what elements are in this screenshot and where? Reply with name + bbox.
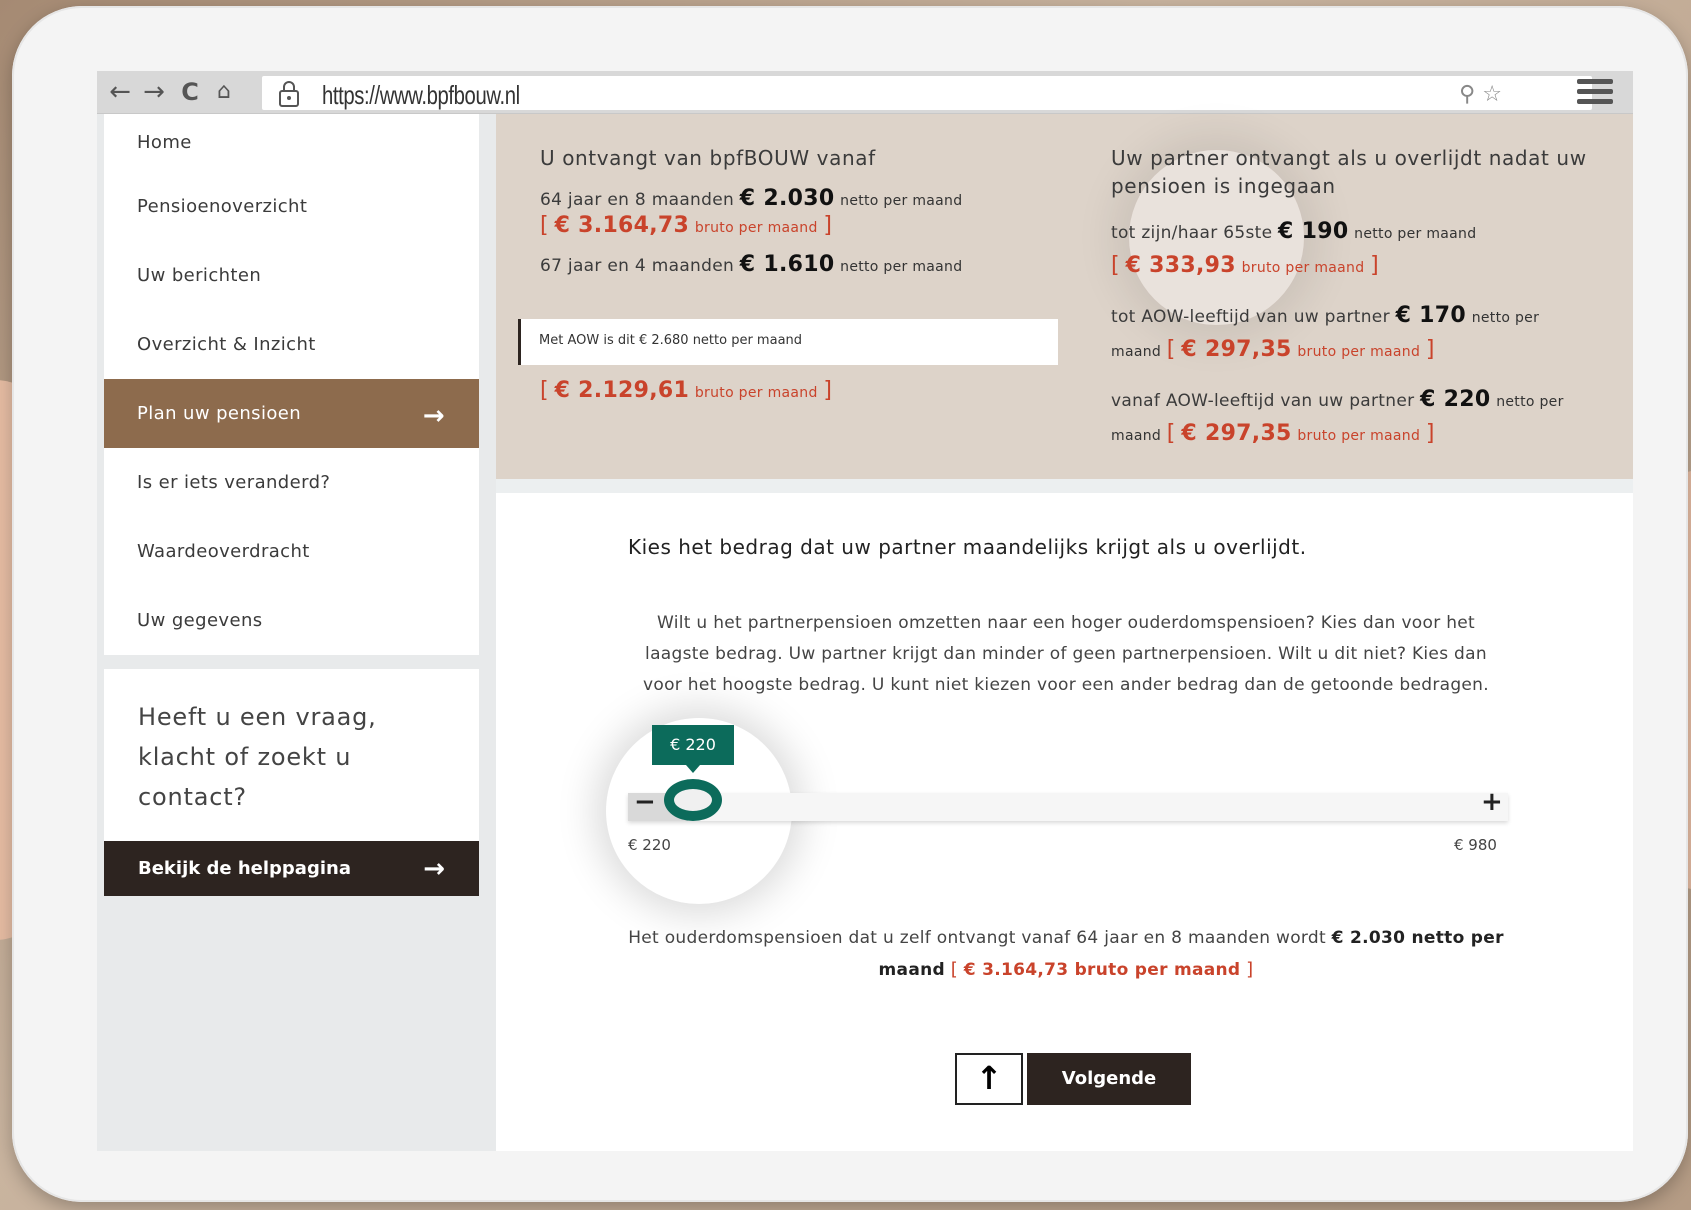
sidebar-nav: Home Pensioenoverzicht Uw berichten Over…	[104, 114, 479, 655]
help-question: Heeft u een vraag, klacht of zoekt u con…	[104, 669, 479, 841]
row-67-bruto: [ € 2.129,61 bruto per maand ]	[540, 378, 833, 403]
tablet-frame: ← → C ⌂ https://www.bpfbouw.nl ⚲ ☆ Home …	[12, 6, 1688, 1202]
period-label: vanaf AOW-leeftijd van uw partner	[1111, 391, 1415, 411]
result-text: Het ouderdomspensioen dat u zelf ontvang…	[628, 928, 1504, 980]
partner-pension-title: Uw partner ontvangt als u overlijdt nada…	[1111, 146, 1587, 198]
bruto-amount: € 333,93	[1125, 253, 1236, 278]
slider-min-label: € 220	[628, 836, 671, 854]
pension-summary: U ontvangt van bpfBOUW vanaf 64 jaar en …	[496, 114, 1633, 479]
sidebar-item-label: Plan uw pensioen	[137, 403, 302, 424]
sidebar-item-label: Uw gegevens	[137, 610, 263, 631]
screen: ← → C ⌂ https://www.bpfbouw.nl ⚲ ☆ Home …	[97, 71, 1633, 1151]
netto-amount: € 220	[1420, 387, 1491, 412]
slider-increase-button[interactable]: +	[1481, 787, 1503, 817]
netto-suffix: netto per	[1496, 394, 1564, 410]
sidebar-item-label: Waardeoverdracht	[137, 541, 310, 562]
netto-amount: € 1.610	[739, 252, 835, 277]
zoom-star-icon[interactable]: ⚲ ☆	[1459, 82, 1502, 107]
netto-suffix: maand	[1111, 428, 1162, 444]
main-content: U ontvangt van bpfBOUW vanaf 64 jaar en …	[496, 114, 1633, 1151]
bruto-amount: € 3.164,73	[554, 213, 690, 238]
bruto-suffix: bruto per maand	[1297, 428, 1421, 444]
scroll-up-button[interactable]: ↑	[955, 1053, 1023, 1105]
result-bruto: € 3.164,73 bruto per maand	[963, 960, 1241, 980]
own-pension-title: U ontvangt van bpfBOUW vanaf	[540, 146, 876, 170]
row-64: 64 jaar en 8 maanden € 2.030 netto per m…	[540, 186, 1060, 211]
netto-amount: € 2.030	[739, 186, 835, 211]
netto-suffix: netto per maand	[1354, 226, 1477, 242]
back-icon[interactable]: ←	[105, 77, 135, 107]
netto-suffix: maand	[1111, 344, 1162, 360]
sidebar-item-label: Pensioenoverzicht	[137, 196, 308, 217]
aow-info: Met AOW is dit € 2.680 netto per maand	[518, 319, 1058, 365]
partner-row-aow-tot: tot AOW-leeftijd van uw partner € 170 ne…	[1111, 303, 1540, 362]
bruto-amount: € 297,35	[1181, 421, 1292, 446]
forward-icon[interactable]: →	[139, 77, 169, 107]
reload-icon[interactable]: C	[175, 77, 205, 107]
bruto-suffix: bruto per maand	[694, 385, 818, 401]
netto-amount: € 170	[1395, 303, 1466, 328]
partner-row-aow-vanaf: vanaf AOW-leeftijd van uw partner € 220 …	[1111, 387, 1564, 446]
sidebar-item-gegevens[interactable]: Uw gegevens	[104, 586, 479, 655]
sidebar-item-label: Uw berichten	[137, 265, 262, 286]
netto-suffix: netto per maand	[840, 193, 963, 209]
row-64-bruto: [ € 3.164,73 bruto per maand ]	[540, 213, 833, 238]
arrow-right-icon: →	[422, 401, 445, 431]
partner-choice-section: Kies het bedrag dat uw partner maandelij…	[496, 479, 1633, 1151]
help-page-button[interactable]: Bekijk de helppagina →	[104, 841, 479, 896]
netto-amount: € 190	[1278, 219, 1349, 244]
amount-slider[interactable]	[628, 793, 1508, 821]
age-label: 64 jaar en 8 maanden	[540, 190, 735, 210]
sidebar: Home Pensioenoverzicht Uw berichten Over…	[104, 114, 479, 896]
result-prefix: Het ouderdomspensioen dat u zelf ontvang…	[628, 928, 1326, 948]
sidebar-item-label: Home	[137, 132, 192, 153]
bruto-suffix: bruto per maand	[1241, 260, 1365, 276]
section-description: Wilt u het partnerpensioen omzetten naar…	[643, 613, 1489, 695]
home-icon[interactable]: ⌂	[209, 77, 239, 107]
bruto-suffix: bruto per maand	[1297, 344, 1421, 360]
sidebar-item-berichten[interactable]: Uw berichten	[104, 241, 479, 310]
sidebar-item-overzicht[interactable]: Overzicht & Inzicht	[104, 310, 479, 379]
slider-value-tooltip: € 220	[652, 725, 734, 773]
period-label: tot AOW-leeftijd van uw partner	[1111, 307, 1390, 327]
sidebar-item-home[interactable]: Home	[104, 114, 479, 172]
lock-icon	[279, 81, 299, 107]
slider-max-label: € 980	[1454, 836, 1497, 854]
netto-suffix: netto per maand	[840, 259, 963, 275]
period-label: tot zijn/haar 65ste	[1111, 223, 1273, 243]
sidebar-item-veranderd[interactable]: Is er iets veranderd?	[104, 448, 479, 517]
url-text: https://www.bpfbouw.nl	[322, 80, 520, 110]
section-title: Kies het bedrag dat uw partner maandelij…	[628, 535, 1307, 559]
sidebar-item-plan[interactable]: Plan uw pensioen →	[104, 379, 479, 448]
bruto-amount: € 2.129,61	[554, 378, 690, 403]
bruto-amount: € 297,35	[1181, 337, 1292, 362]
netto-suffix: netto per	[1471, 310, 1540, 326]
sidebar-item-pensioenoverzicht[interactable]: Pensioenoverzicht	[104, 172, 479, 241]
row-67: 67 jaar en 4 maanden € 1.610 netto per m…	[540, 252, 1060, 277]
age-label: 67 jaar en 4 maanden	[540, 256, 735, 276]
slider-decrease-button[interactable]: −	[634, 787, 656, 817]
sidebar-item-label: Overzicht & Inzicht	[137, 334, 316, 355]
address-bar[interactable]: https://www.bpfbouw.nl ⚲ ☆	[262, 76, 1592, 110]
next-button[interactable]: Volgende	[1027, 1053, 1191, 1105]
partner-row-65: tot zijn/haar 65ste € 190 netto per maan…	[1111, 219, 1477, 278]
sidebar-item-label: Is er iets veranderd?	[137, 472, 331, 493]
help-button-label: Bekijk de helppagina	[138, 858, 351, 879]
hamburger-menu-icon[interactable]	[1577, 79, 1613, 105]
browser-toolbar: ← → C ⌂ https://www.bpfbouw.nl ⚲ ☆	[97, 71, 1633, 114]
partner-pension-column: Uw partner ontvangt als u overlijdt nada…	[1111, 144, 1621, 452]
arrow-right-icon: →	[423, 854, 445, 884]
slider-handle[interactable]	[664, 779, 722, 821]
own-pension-column: U ontvangt van bpfBOUW vanaf 64 jaar en …	[540, 144, 1060, 277]
sidebar-item-waardeoverdracht[interactable]: Waardeoverdracht	[104, 517, 479, 586]
bruto-suffix: bruto per maand	[694, 220, 818, 236]
